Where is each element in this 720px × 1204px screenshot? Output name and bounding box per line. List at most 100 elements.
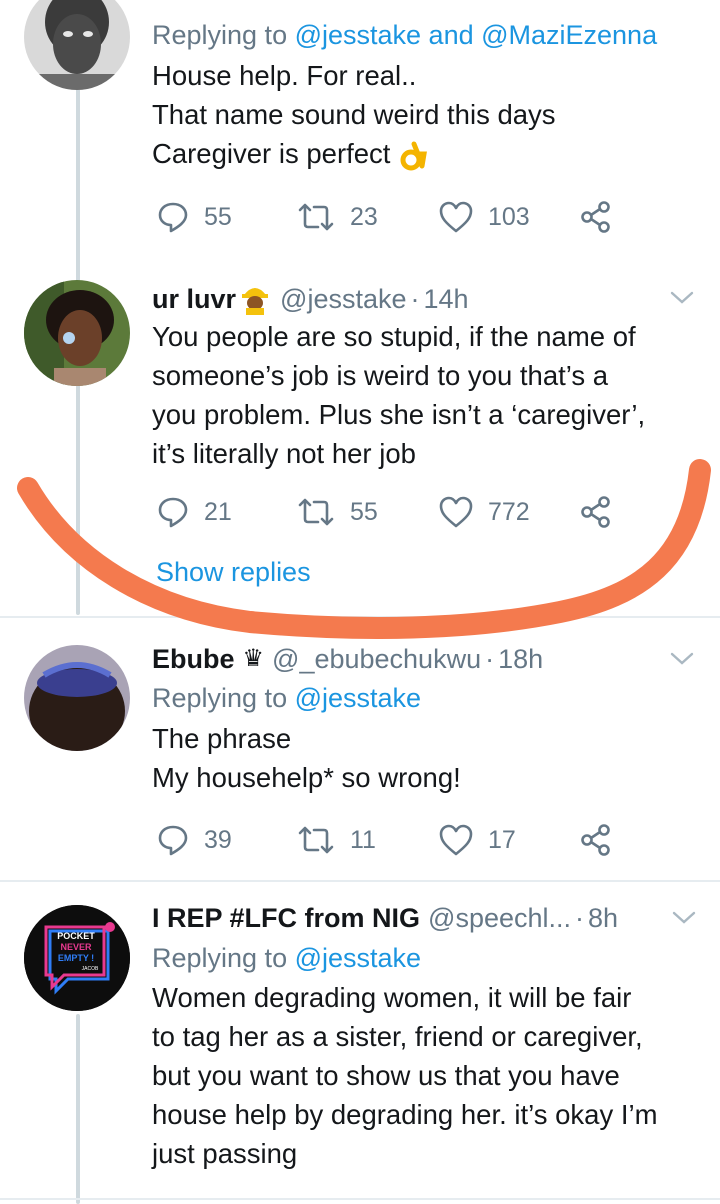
replying-mentions[interactable]: @jesstake bbox=[295, 683, 421, 713]
divider bbox=[0, 1198, 720, 1200]
avatar-photo bbox=[24, 645, 130, 751]
separator-dot: · bbox=[575, 903, 585, 933]
tweet-line: Caregiver is perfect bbox=[152, 134, 700, 173]
tweet-line: just passing bbox=[152, 1138, 298, 1169]
tweet-header: Ebube ♛ @_ebubechukwu · 18h bbox=[152, 641, 700, 677]
avatar-logo-text-4: JACOB bbox=[82, 966, 99, 972]
replying-label: Replying to bbox=[152, 683, 295, 713]
display-name[interactable]: ur luvr bbox=[152, 282, 236, 316]
replying-mentions[interactable]: @jesstake and @MaziEzenna bbox=[295, 20, 658, 50]
share-icon bbox=[581, 496, 610, 528]
tweet-actions: 39 11 17 bbox=[156, 820, 616, 860]
tweet-line: it’s literally not her job bbox=[152, 438, 416, 469]
tweet-header: I REP #LFC from NIG @speechl... · 8h bbox=[152, 900, 700, 936]
avatar[interactable] bbox=[24, 0, 130, 90]
retweet-button[interactable]: 55 bbox=[296, 492, 378, 532]
heart-icon bbox=[439, 496, 473, 528]
like-count: 17 bbox=[488, 825, 516, 854]
tweet-line: to tag her as a sister, friend or caregi… bbox=[152, 1021, 643, 1052]
separator-dot: · bbox=[410, 284, 420, 314]
retweet-icon bbox=[298, 203, 334, 231]
retweet-button[interactable]: 23 bbox=[296, 197, 378, 237]
tweet-line: The phrase bbox=[152, 723, 292, 754]
chevron-down-icon[interactable] bbox=[668, 645, 696, 673]
reply-button[interactable]: 55 bbox=[156, 197, 232, 237]
tweet-text: House help. For real.. That name sound w… bbox=[152, 56, 700, 173]
chevron-down-icon[interactable] bbox=[670, 904, 698, 932]
share-icon bbox=[581, 824, 610, 856]
heart-icon bbox=[439, 824, 473, 856]
share-icon bbox=[581, 201, 610, 233]
retweet-count: 23 bbox=[350, 202, 378, 231]
reply-button[interactable]: 21 bbox=[156, 492, 232, 532]
timestamp[interactable]: 8h bbox=[588, 901, 618, 935]
tweet-header: ur luvr @jesstake · 14h bbox=[152, 281, 700, 317]
handle[interactable]: @speechl... bbox=[428, 901, 571, 935]
retweet-button[interactable]: 11 bbox=[296, 820, 376, 860]
reply-count: 21 bbox=[204, 497, 232, 526]
tweet-line: You people are so stupid, if the name of bbox=[152, 321, 636, 352]
tweet-line: house help by degrading her. it’s okay I… bbox=[152, 1099, 658, 1130]
like-button[interactable]: 103 bbox=[438, 197, 530, 237]
replying-label: Replying to bbox=[152, 943, 295, 973]
avatar-logo: POCKET NEVER EMPTY ! JACOB bbox=[24, 905, 130, 1011]
retweet-icon bbox=[298, 498, 334, 526]
retweet-icon bbox=[298, 826, 334, 854]
avatar-photo bbox=[24, 280, 130, 386]
reply-button[interactable]: 39 bbox=[156, 820, 232, 860]
display-name[interactable]: I REP #LFC from NIG bbox=[152, 901, 420, 935]
like-button[interactable]: 17 bbox=[438, 820, 516, 860]
tweet-text: The phrase My househelp* so wrong! bbox=[152, 719, 700, 797]
divider bbox=[0, 880, 720, 882]
tweet-line: you problem. Plus she isn’t a ‘caregiver… bbox=[152, 399, 646, 430]
avatar-photo bbox=[24, 0, 130, 90]
tweet-text: You people are so stupid, if the name of… bbox=[152, 317, 700, 473]
construction-worker-icon bbox=[242, 288, 269, 315]
retweet-count: 55 bbox=[350, 497, 378, 526]
divider bbox=[0, 616, 720, 618]
avatar-logo-text-1: POCKET bbox=[57, 931, 95, 941]
like-count: 772 bbox=[488, 497, 530, 526]
avatar[interactable]: POCKET NEVER EMPTY ! JACOB bbox=[24, 905, 130, 1011]
thread-line bbox=[76, 1014, 80, 1204]
tweet-line: That name sound weird this days bbox=[152, 99, 556, 130]
like-button[interactable]: 772 bbox=[438, 492, 530, 532]
handle[interactable]: @_ebubechukwu bbox=[272, 642, 481, 676]
reply-icon bbox=[158, 825, 188, 856]
crown-icon: ♛ bbox=[242, 645, 265, 672]
replying-label: Replying to bbox=[152, 20, 295, 50]
tweet-line: House help. For real.. bbox=[152, 60, 417, 91]
avatar[interactable] bbox=[24, 645, 130, 751]
handle[interactable]: @jesstake bbox=[280, 282, 406, 316]
heart-icon bbox=[439, 201, 473, 233]
reply-count: 55 bbox=[204, 202, 232, 231]
tweet-line: My househelp* so wrong! bbox=[152, 762, 461, 793]
timestamp[interactable]: 18h bbox=[498, 642, 543, 676]
tweet-actions: 21 55 772 bbox=[156, 492, 616, 532]
tweet-actions: 55 23 103 bbox=[156, 197, 616, 237]
retweet-count: 11 bbox=[350, 825, 376, 854]
timestamp[interactable]: 14h bbox=[424, 282, 469, 316]
replying-to: Replying to @jesstake bbox=[152, 681, 700, 715]
tweet-text: Women degrading women, it will be fair t… bbox=[152, 978, 700, 1173]
replying-mentions[interactable]: @jesstake bbox=[295, 943, 421, 973]
tweet-line: Women degrading women, it will be fair bbox=[152, 982, 632, 1013]
replying-to: Replying to @jesstake bbox=[152, 941, 700, 975]
like-count: 103 bbox=[488, 202, 530, 231]
avatar-logo-text-3: EMPTY ! bbox=[58, 953, 94, 963]
show-replies-link[interactable]: Show replies bbox=[156, 557, 311, 588]
share-button[interactable] bbox=[580, 197, 612, 237]
replying-to: Replying to @jesstake and @MaziEzenna bbox=[152, 18, 700, 52]
share-button[interactable] bbox=[580, 492, 612, 532]
tweet-line: someone’s job is weird to you that’s a bbox=[152, 360, 609, 391]
ok-hand-icon bbox=[400, 141, 428, 171]
separator-dot: · bbox=[485, 644, 495, 674]
display-name[interactable]: Ebube bbox=[152, 642, 235, 676]
chevron-down-icon[interactable] bbox=[668, 284, 696, 312]
share-button[interactable] bbox=[580, 820, 612, 860]
avatar[interactable] bbox=[24, 280, 130, 386]
tweet-line: but you want to show us that you have bbox=[152, 1060, 620, 1091]
reply-icon bbox=[158, 497, 188, 528]
reply-count: 39 bbox=[204, 825, 232, 854]
reply-icon bbox=[158, 202, 188, 233]
